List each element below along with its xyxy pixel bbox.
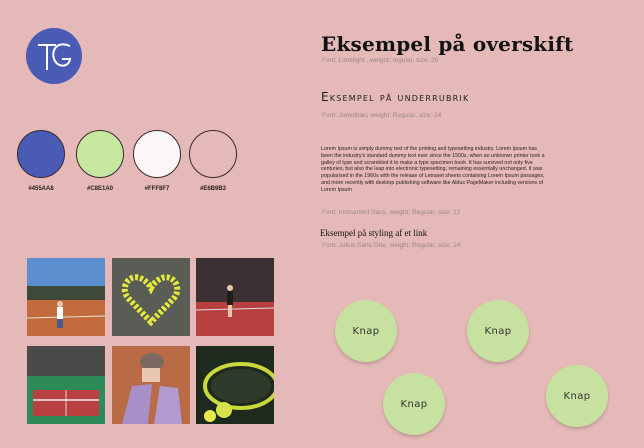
subheading-example: Eksempel på underrubrik [321, 90, 470, 104]
swatch-label: #E6B9B3 [199, 186, 226, 192]
logo-mark [38, 43, 72, 70]
link-example[interactable]: Eksempel på styling af et link [320, 228, 427, 238]
subheading-font-meta: Font: Jomolhari, weight: Regular, size: … [322, 112, 442, 119]
logo: TG [26, 28, 82, 84]
swatch-blue [17, 130, 65, 178]
knap-button[interactable]: Knap [467, 300, 529, 362]
photo-racket-and-balls [196, 346, 274, 424]
heading-font-meta: Font: Limelight , weight: regular, size:… [322, 57, 439, 64]
photo-indoor-tennis-court [27, 346, 105, 424]
swatch-green [76, 130, 124, 178]
swatch-label: #C8E1A0 [86, 186, 113, 192]
body-font-meta: Font: Instrument Sans, weight: Regular, … [322, 209, 461, 216]
photo-indoor-player-serving [196, 258, 274, 336]
heading-example: Eksempel på overskift [321, 32, 574, 56]
link-font-meta: Font: Julius Sans One, weight: Regular, … [322, 242, 461, 249]
photo-heart-of-tennis-balls [112, 258, 190, 336]
knap-button[interactable]: Knap [383, 373, 445, 435]
knap-button[interactable]: Knap [546, 365, 608, 427]
knap-button[interactable]: Knap [335, 300, 397, 362]
body-text-example: Lorem Ipsum is simply dummy text of the … [321, 146, 545, 193]
photo-shoes-on-clay [112, 346, 190, 424]
swatch-label: #FFF8F7 [144, 186, 170, 192]
swatch-pink [189, 130, 237, 178]
photo-tennis-player-outdoor [27, 258, 105, 336]
swatch-white [133, 130, 181, 178]
swatch-label: #455AA8 [28, 186, 54, 192]
